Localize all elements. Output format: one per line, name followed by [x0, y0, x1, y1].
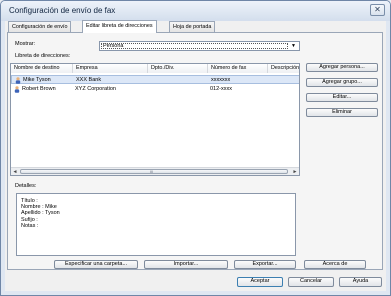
- fax-settings-window: Configuración de envío de fax ✕ Configur…: [0, 0, 391, 296]
- show-label: Mostrar:: [15, 41, 36, 47]
- tab-send-settings[interactable]: Configuración de envío: [8, 21, 72, 32]
- horizontal-scrollbar[interactable]: ◄ III ►: [11, 167, 299, 175]
- tab-edit-address-book[interactable]: Editar libreta de direcciones: [82, 20, 157, 33]
- cell-name: Mike Tyson: [23, 77, 51, 83]
- cell-fax-number: 012-xxxx: [210, 86, 233, 92]
- cell-company: XYZ Corporation: [75, 86, 116, 92]
- show-select[interactable]: Persona ▼: [99, 41, 300, 51]
- add-person-button[interactable]: Agregar persona...: [306, 63, 378, 72]
- person-icon: [15, 77, 21, 84]
- cell-company: XXX Bank: [76, 77, 102, 83]
- close-button[interactable]: ✕: [370, 4, 385, 16]
- edit-button[interactable]: Editar...: [306, 93, 378, 102]
- table-row[interactable]: Robert Brown XYZ Corporation 012-xxxx: [11, 85, 299, 94]
- title-bar[interactable]: Configuración de envío de fax ✕: [1, 1, 390, 21]
- chevron-down-icon[interactable]: ▼: [289, 43, 298, 49]
- detail-notes: Notas :: [21, 222, 39, 229]
- help-button[interactable]: Ayuda: [339, 277, 382, 287]
- column-header-fax-number[interactable]: Número de fax: [208, 64, 268, 73]
- add-group-button[interactable]: Agregar grupo...: [306, 78, 378, 87]
- select-focus-ring: [101, 43, 288, 49]
- import-button[interactable]: Importar...: [144, 260, 228, 269]
- window-title: Configuración de envío de fax: [9, 6, 116, 15]
- about-button[interactable]: Acerca de: [304, 260, 366, 269]
- column-header-name[interactable]: Nombre de destino: [11, 64, 73, 73]
- scroll-right-icon[interactable]: ►: [291, 169, 299, 175]
- ok-button[interactable]: Aceptar: [237, 277, 283, 287]
- details-box: Título : Nombre : Mike Apellido : Tyson …: [16, 193, 296, 256]
- grip-icon: III: [150, 169, 154, 174]
- cancel-button[interactable]: Cancelar: [288, 277, 334, 287]
- table-row[interactable]: Mike Tyson XXX Bank xxxxxxx: [11, 75, 299, 84]
- dialog-client-area: Configuración de envío Editar libreta de…: [5, 20, 386, 291]
- address-book-label: Libreta de direcciones:: [15, 53, 71, 59]
- export-button[interactable]: Exportar...: [234, 260, 296, 269]
- delete-button[interactable]: Eliminar: [306, 108, 378, 117]
- tab-cover-page[interactable]: Hoja de portada: [169, 21, 216, 32]
- specify-folder-button[interactable]: Especificar una carpeta...: [54, 260, 138, 269]
- scroll-left-icon[interactable]: ◄: [11, 169, 19, 175]
- address-book-tab-panel: Mostrar: Persona ▼ Libreta de direccione…: [7, 32, 383, 270]
- details-label: Detalles:: [15, 183, 37, 189]
- scrollbar-thumb[interactable]: III: [20, 169, 288, 174]
- address-book-list[interactable]: Nombre de destino Empresa Dpto./Div. Núm…: [10, 63, 300, 176]
- person-icon: [14, 86, 20, 93]
- column-header-company[interactable]: Empresa: [73, 64, 148, 73]
- cell-name: Robert Brown: [22, 86, 56, 92]
- column-header-department[interactable]: Dpto./Div.: [148, 64, 208, 73]
- cell-fax-number: xxxxxxx: [211, 77, 231, 83]
- column-header-description[interactable]: Descripción: [268, 64, 299, 73]
